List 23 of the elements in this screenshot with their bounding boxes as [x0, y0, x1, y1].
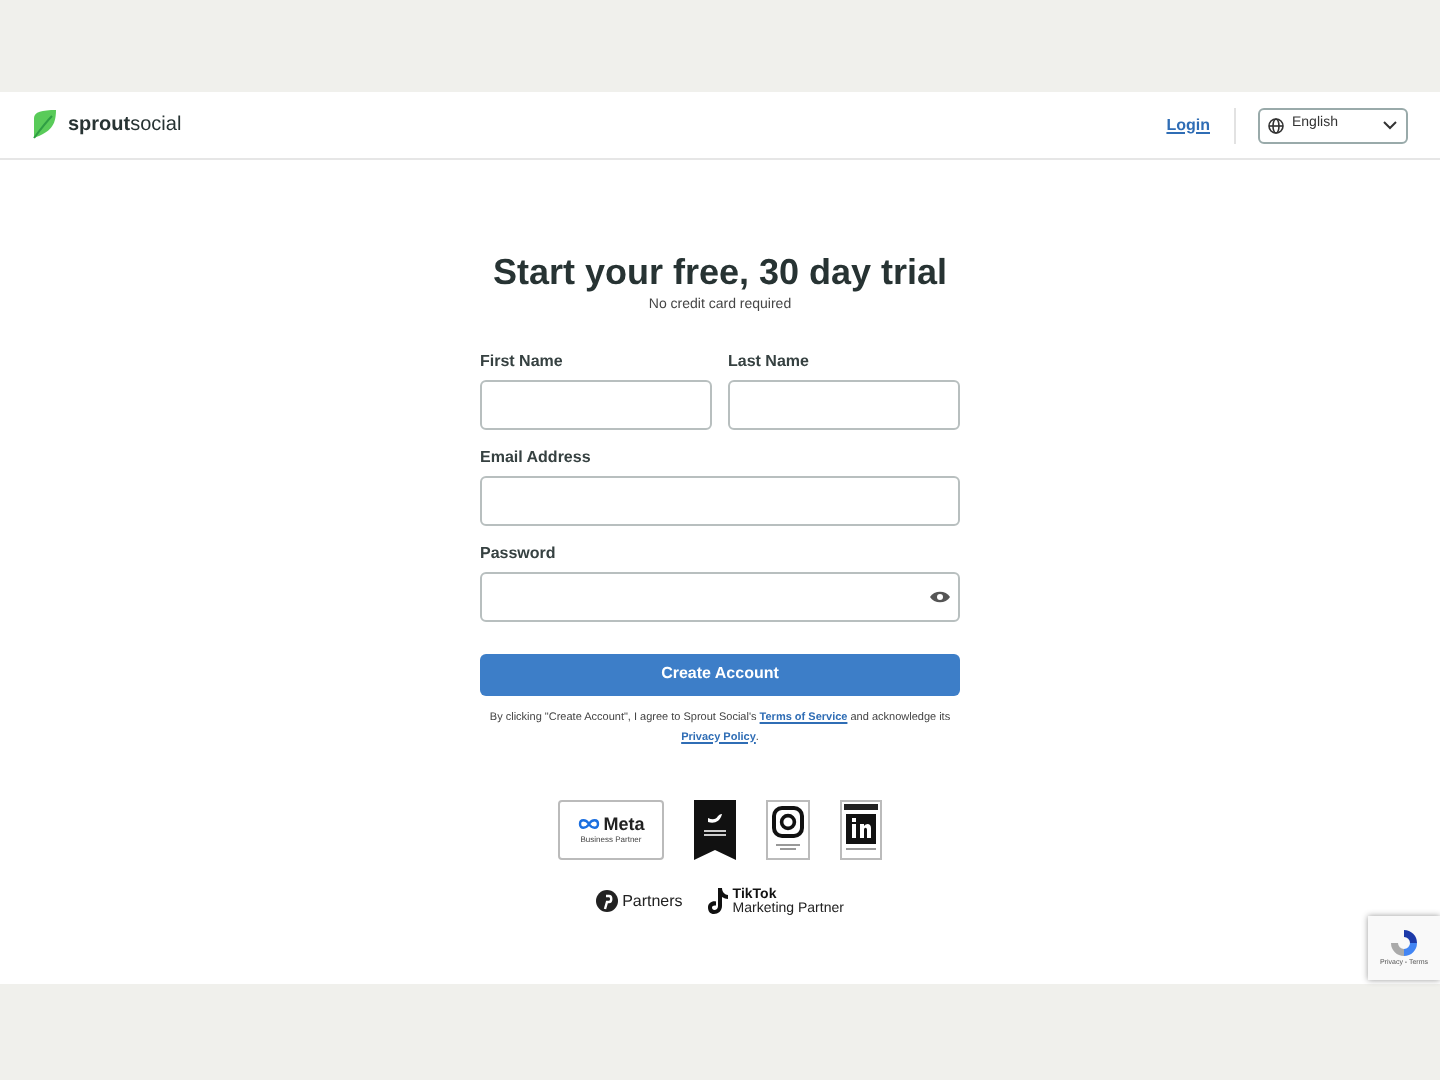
partners-label: Partners [622, 889, 683, 913]
input-field[interactable] [728, 379, 960, 429]
logo-text: sproutsocial [68, 112, 182, 140]
leaf-icon [32, 110, 58, 140]
music-note-icon [708, 888, 729, 914]
input-field[interactable] [480, 571, 960, 621]
globe-icon [1268, 117, 1284, 133]
recaptcha-icon [1388, 927, 1420, 958]
login-link[interactable]: Login [1166, 113, 1210, 137]
camera-badge-icon [766, 799, 810, 859]
field-label: First Name [480, 349, 565, 373]
chevron-down-icon [1382, 120, 1398, 130]
field-label: Last Name [728, 349, 811, 373]
eye-icon[interactable] [930, 589, 950, 603]
form-title: Start your free, 30 day trial [492, 250, 948, 294]
field-label: Email Address [480, 445, 593, 469]
input-field[interactable] [480, 379, 712, 429]
create-account-button[interactable]: Create Account [480, 653, 960, 695]
meta-label: Meta [603, 813, 645, 833]
field-label: Password [480, 541, 558, 565]
infinity-icon [577, 817, 600, 829]
input-field[interactable] [480, 475, 960, 525]
in-badge-icon [840, 799, 882, 859]
